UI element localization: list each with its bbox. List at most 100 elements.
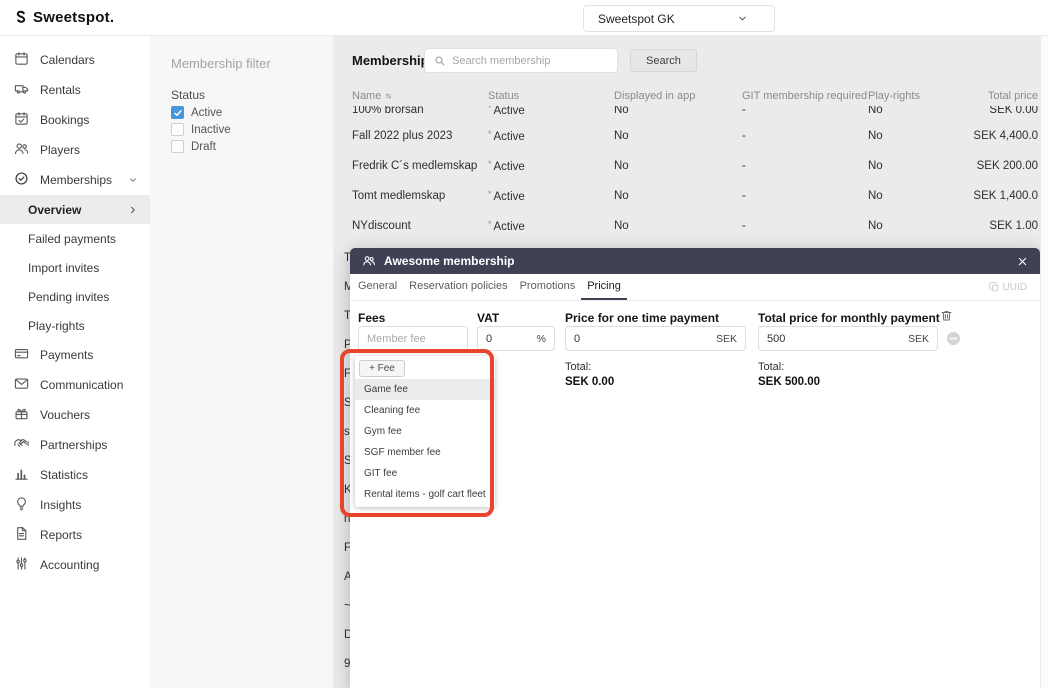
tab-pricing[interactable]: Pricing bbox=[581, 274, 627, 300]
members-icon bbox=[362, 254, 376, 268]
sidebar-subitem-play-rights[interactable]: Play-rights bbox=[0, 311, 150, 340]
cell-total-price: SEK 1,400.0 bbox=[968, 190, 1040, 202]
sidebar-item-reports[interactable]: Reports bbox=[0, 520, 150, 550]
modal-header: Awesome membership bbox=[350, 248, 1040, 274]
cell-play-rights: No bbox=[868, 106, 968, 116]
sidebar-item-label: Calendars bbox=[40, 53, 95, 67]
monthly-price-input[interactable] bbox=[767, 333, 902, 345]
cell-displayed-in-app: No bbox=[614, 190, 742, 202]
status-checkbox-inactive[interactable] bbox=[171, 123, 184, 136]
add-fee-button[interactable]: + Fee bbox=[359, 360, 405, 377]
cell-status: *Active bbox=[488, 219, 614, 233]
status-mark: * bbox=[488, 129, 492, 139]
fee-option[interactable]: Cleaning fee bbox=[355, 400, 495, 421]
vat-input[interactable] bbox=[486, 333, 531, 345]
cell-name: Tomt medlemskap bbox=[352, 190, 488, 202]
sidebar-item-label: Communication bbox=[40, 378, 123, 392]
subitem-label: Import invites bbox=[28, 261, 99, 275]
checkbox-label: Active bbox=[191, 107, 222, 119]
fee-option[interactable]: Rental items - golf cart fleet bbox=[355, 484, 495, 505]
table-row[interactable]: Fredrik C´s medlemskap*ActiveNo-NoSEK 20… bbox=[333, 151, 1040, 181]
sidebar-item-label: Rentals bbox=[40, 83, 81, 97]
search-icon bbox=[434, 55, 446, 67]
vertical-scrollbar[interactable] bbox=[1040, 36, 1048, 688]
table-row[interactable]: 100% brorsan*ActiveNo-NoSEK 0.00 bbox=[333, 106, 1040, 121]
sidebar-item-bookings[interactable]: Bookings bbox=[0, 105, 150, 135]
status-filter-label: Status bbox=[171, 88, 333, 102]
chevron-down-icon bbox=[128, 175, 138, 185]
cell-displayed-in-app: No bbox=[614, 130, 742, 142]
cell-name: Fredrik C´s medlemskap bbox=[352, 160, 488, 172]
member-fee-input[interactable] bbox=[367, 333, 459, 345]
table-row[interactable]: Tomt medlemskap*ActiveNo-NoSEK 1,400.0 bbox=[333, 181, 1040, 211]
fee-option[interactable]: SGF member fee bbox=[355, 442, 495, 463]
cell-displayed-in-app: No bbox=[614, 220, 742, 232]
fee-option[interactable]: GIT fee bbox=[355, 463, 495, 484]
status-mark: * bbox=[488, 106, 492, 113]
membership-filter-panel: Membership filter Status Active Inactive… bbox=[150, 36, 333, 688]
sidebar-item-payments[interactable]: Payments bbox=[0, 340, 150, 370]
column-header-displayed-in-app: Displayed in app bbox=[614, 90, 742, 102]
sek-suffix: SEK bbox=[716, 333, 737, 345]
club-selector-dropdown[interactable]: Sweetspot GK bbox=[583, 5, 775, 32]
sweetspot-logo-icon bbox=[13, 10, 27, 26]
close-icon[interactable] bbox=[1017, 256, 1028, 267]
sidebar-item-communication[interactable]: Communication bbox=[0, 370, 150, 400]
subitem-label: Play-rights bbox=[28, 319, 85, 333]
cell-total-price: SEK 1.00 bbox=[968, 220, 1040, 232]
cell-status: *Active bbox=[488, 189, 614, 203]
table-row[interactable]: Fall 2022 plus 2023*ActiveNo-NoSEK 4,400… bbox=[333, 121, 1040, 151]
credit-card-icon bbox=[14, 346, 29, 364]
search-membership-box bbox=[424, 48, 618, 73]
sidebar-item-players[interactable]: Players bbox=[0, 135, 150, 165]
tab-promotions[interactable]: Promotions bbox=[514, 274, 582, 300]
subitem-label: Pending invites bbox=[28, 290, 109, 304]
cell-displayed-in-app: No bbox=[614, 160, 742, 172]
sidebar-item-rentals[interactable]: Rentals bbox=[0, 75, 150, 105]
sidebar-item-vouchers[interactable]: Vouchers bbox=[0, 400, 150, 430]
sidebar-item-partnerships[interactable]: Partnerships bbox=[0, 430, 150, 460]
one-time-price-input[interactable] bbox=[574, 333, 710, 345]
cell-total-price: SEK 4,400.0 bbox=[968, 130, 1040, 142]
cell-total-price: SEK 0.00 bbox=[968, 106, 1040, 116]
search-button[interactable]: Search bbox=[630, 49, 697, 72]
gift-icon bbox=[14, 406, 29, 424]
cell-displayed-in-app: No bbox=[614, 106, 742, 116]
sidebar-subitem-import-invites[interactable]: Import invites bbox=[0, 253, 150, 282]
fee-option[interactable]: Gym fee bbox=[355, 421, 495, 442]
remove-row-icon[interactable] bbox=[946, 331, 961, 346]
status-mark: * bbox=[488, 159, 492, 169]
bar-chart-icon bbox=[14, 466, 29, 484]
sidebar-item-accounting[interactable]: Accounting bbox=[0, 550, 150, 580]
percent-suffix: % bbox=[537, 333, 546, 345]
uuid-button[interactable]: UUID bbox=[989, 274, 1040, 300]
trash-icon[interactable] bbox=[940, 309, 953, 322]
cell-name: Fall 2022 plus 2023 bbox=[352, 130, 488, 142]
monthly-total-label: Total: bbox=[758, 361, 784, 373]
search-input[interactable] bbox=[452, 55, 608, 67]
sidebar-item-label: Partnerships bbox=[40, 438, 107, 452]
sidebar-item-statistics[interactable]: Statistics bbox=[0, 460, 150, 490]
sidebar-item-memberships[interactable]: Memberships bbox=[0, 165, 150, 195]
tab-reservation-policies[interactable]: Reservation policies bbox=[403, 274, 513, 300]
cell-git-required: - bbox=[742, 160, 868, 172]
sidebar-item-label: Memberships bbox=[40, 173, 112, 187]
sidebar-subitem-pending-invites[interactable]: Pending invites bbox=[0, 282, 150, 311]
status-checkbox-active[interactable] bbox=[171, 106, 184, 119]
sidebar-subitem-overview[interactable]: Overview bbox=[0, 195, 150, 224]
tab-general[interactable]: General bbox=[352, 274, 403, 300]
sidebar-subitem-failed-payments[interactable]: Failed payments bbox=[0, 224, 150, 253]
status-checkbox-draft[interactable] bbox=[171, 140, 184, 153]
sidebar-item-label: Accounting bbox=[40, 558, 99, 572]
cell-git-required: - bbox=[742, 220, 868, 232]
people-icon bbox=[14, 141, 29, 159]
table-row[interactable]: NYdiscount*ActiveNo-NoSEK 1.00 bbox=[333, 211, 1040, 241]
app-root: Sweetspot. Sweetspot GK Calendars Rental… bbox=[0, 0, 1048, 688]
sidebar-item-calendars[interactable]: Calendars bbox=[0, 45, 150, 75]
column-header-name[interactable]: Name bbox=[352, 90, 488, 102]
sidebar-item-insights[interactable]: Insights bbox=[0, 490, 150, 520]
fees-column-label: Fees bbox=[358, 311, 385, 325]
fee-option[interactable]: Game fee bbox=[355, 379, 495, 400]
filter-panel-title: Membership filter bbox=[171, 56, 333, 71]
sidebar-item-label: Insights bbox=[40, 498, 81, 512]
